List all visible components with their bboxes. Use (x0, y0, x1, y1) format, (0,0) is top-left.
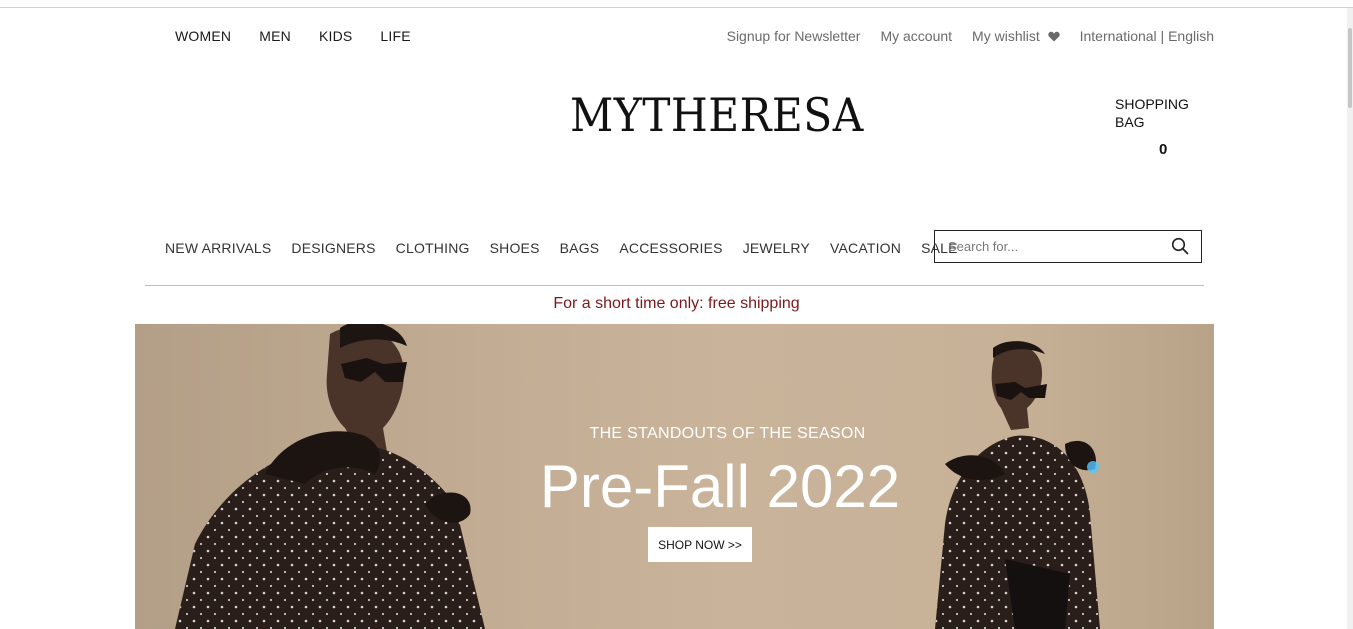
search-box (934, 230, 1202, 263)
shop-now-button[interactable]: SHOP NOW >> (648, 527, 752, 562)
page-scrollbar[interactable] (1347, 8, 1353, 629)
dept-women[interactable]: WOMEN (175, 28, 231, 44)
search-input[interactable] (948, 236, 1163, 256)
dept-kids[interactable]: KIDS (319, 28, 352, 44)
nav-jewelry[interactable]: JEWELRY (743, 240, 810, 256)
nav-designers[interactable]: DESIGNERS (291, 240, 375, 256)
shopping-bag-label[interactable]: SHOPPING BAG (1115, 95, 1215, 131)
promo-text: For a short time only: free shipping (553, 295, 800, 312)
scrollbar-thumb[interactable] (1348, 28, 1352, 108)
department-nav: WOMEN MEN KIDS LIFE (175, 28, 439, 44)
hero-kicker: THE STANDOUTS OF THE SEASON (589, 425, 866, 442)
nav-clothing[interactable]: CLOTHING (396, 240, 470, 256)
shopping-bag-count[interactable]: 0 (1159, 141, 1167, 158)
hero-banner[interactable]: THE STANDOUTS OF THE SEASON Pre-Fall 202… (135, 324, 1214, 629)
newsletter-link[interactable]: Signup for Newsletter (727, 28, 861, 44)
wishlist-label: My wishlist (972, 28, 1040, 44)
nav-vacation[interactable]: VACATION (830, 240, 901, 256)
utility-nav: Signup for Newsletter My account My wish… (707, 28, 1214, 44)
heart-icon (1047, 31, 1060, 42)
wishlist-link[interactable]: My wishlist (972, 28, 1060, 44)
nav-accessories[interactable]: ACCESSORIES (619, 240, 722, 256)
promo-banner[interactable]: For a short time only: free shipping (0, 295, 1353, 313)
dept-men[interactable]: MEN (259, 28, 291, 44)
nav-bags[interactable]: BAGS (560, 240, 600, 256)
window-top-border (0, 7, 1353, 8)
my-account-link[interactable]: My account (880, 28, 952, 44)
category-nav: NEW ARRIVALS DESIGNERS CLOTHING SHOES BA… (165, 240, 978, 256)
hero-title: Pre-Fall 2022 (539, 453, 901, 520)
search-icon[interactable] (1171, 237, 1189, 255)
dept-life[interactable]: LIFE (380, 28, 410, 44)
nav-shoes[interactable]: SHOES (490, 240, 540, 256)
header-divider (145, 285, 1204, 286)
brand-logo[interactable]: MYTHERESA (570, 88, 864, 142)
region-language-link[interactable]: International | English (1080, 28, 1214, 44)
nav-new-arrivals[interactable]: NEW ARRIVALS (165, 240, 271, 256)
